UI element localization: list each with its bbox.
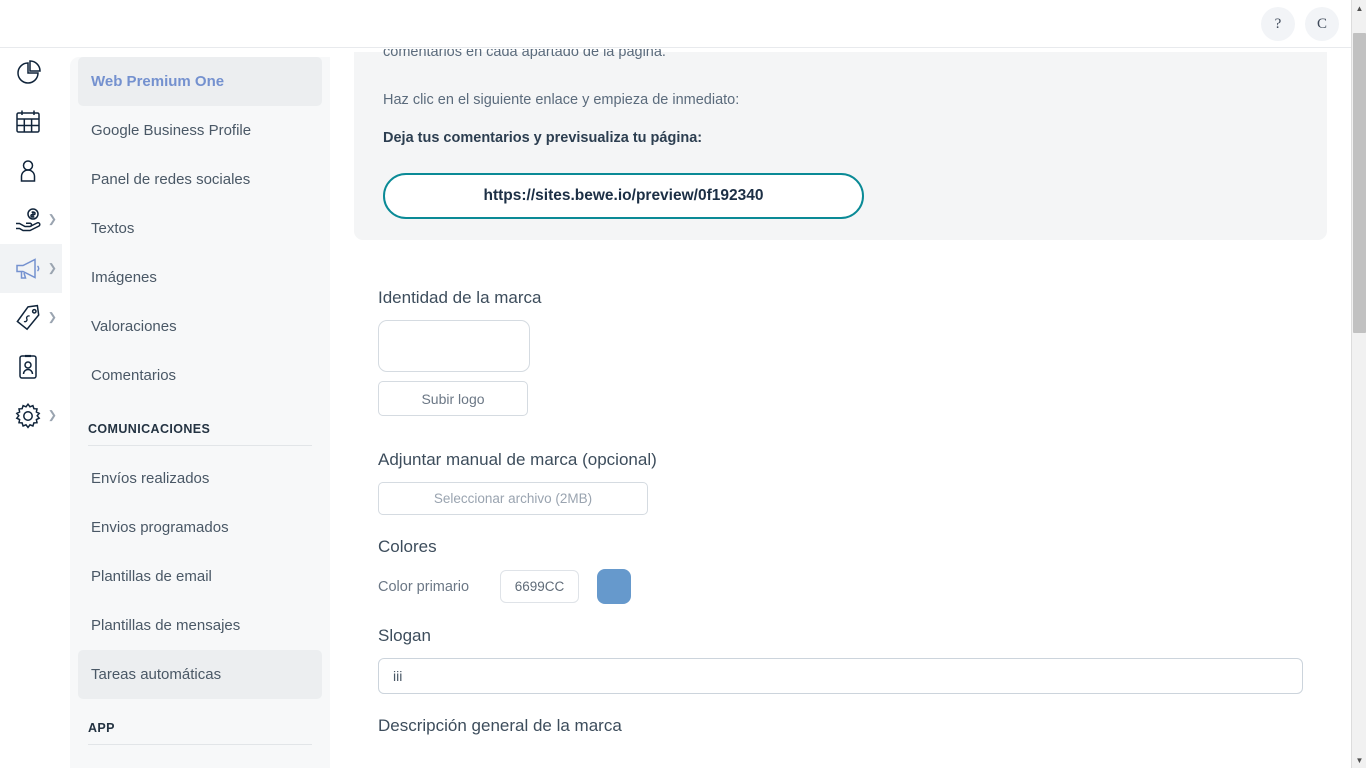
sidebar-item-envios-programados[interactable]: Envios programados — [70, 503, 330, 552]
top-header-bar: ? C — [0, 0, 1351, 48]
primary-color-label: Color primario — [378, 578, 470, 595]
slogan-label: Slogan — [378, 626, 431, 645]
sidebar-divider — [88, 445, 312, 446]
primary-color-row: Color primario — [378, 569, 1318, 604]
brand-settings-form: Identidad de la marca Subir logo Adjunta… — [378, 288, 1318, 748]
sidebar-item-google-business-profile[interactable]: Google Business Profile — [70, 106, 330, 155]
sidebar-item-label: Tareas automáticas — [91, 666, 222, 683]
sidebar-item-label: Plantillas de mensajes — [91, 617, 241, 634]
brand-description-label: Descripción general de la marca — [378, 716, 622, 735]
sidebar-item-tareas-automaticas[interactable]: Tareas automáticas — [78, 650, 322, 699]
rail-item-staff[interactable] — [0, 342, 62, 391]
sidebar-section-app: APP — [88, 721, 115, 735]
brand-manual-label: Adjuntar manual de marca (opcional) — [378, 450, 657, 469]
sidebar-item-panel-redes-sociales[interactable]: Panel de redes sociales — [70, 155, 330, 204]
scroll-up-arrow-icon[interactable]: ▲ — [1352, 0, 1366, 16]
notice-clipped-text: comentarios en cada apartado de la págin… — [383, 49, 666, 60]
rail-item-sales[interactable]: ❯ — [0, 195, 62, 244]
chevron-right-icon: ❯ — [47, 409, 57, 421]
rail-item-clients[interactable] — [0, 146, 62, 195]
vertical-scrollbar[interactable]: ▲ ▼ — [1351, 0, 1366, 768]
pie-chart-icon — [13, 58, 43, 88]
scrollbar-thumb[interactable] — [1353, 33, 1366, 333]
primary-icon-rail: ❯ ❯ ❯ ❯ — [0, 48, 62, 768]
sidebar-item-app-para-clientes[interactable]: App para clientes — [70, 753, 330, 768]
sidebar-item-plantillas-de-email[interactable]: Plantillas de email — [70, 552, 330, 601]
brand-identity-label: Identidad de la marca — [378, 288, 542, 307]
scroll-down-arrow-icon[interactable]: ▼ — [1352, 752, 1366, 768]
chevron-right-icon: ❯ — [47, 262, 57, 274]
primary-color-input[interactable] — [500, 570, 579, 603]
price-tag-icon — [13, 303, 43, 333]
help-button[interactable]: ? — [1261, 7, 1295, 41]
sidebar-item-label: Web Premium One — [91, 73, 225, 90]
person-icon — [13, 156, 43, 186]
primary-color-swatch[interactable] — [597, 569, 631, 604]
megaphone-icon — [13, 254, 43, 284]
notice-instruction-text: Haz clic en el siguiente enlace y empiez… — [383, 92, 740, 108]
sidebar-item-label: Imágenes — [91, 269, 157, 286]
chevron-right-icon: ❯ — [47, 213, 57, 225]
secondary-sidebar: Web Premium One Google Business Profile … — [70, 57, 330, 768]
rail-item-promotions[interactable]: ❯ — [0, 293, 62, 342]
upload-logo-button[interactable]: Subir logo — [378, 381, 528, 416]
logo-preview-box[interactable] — [378, 320, 530, 372]
sidebar-item-label: Google Business Profile — [91, 122, 252, 139]
sidebar-item-label: Plantillas de email — [91, 568, 212, 585]
sidebar-item-envios-realizados[interactable]: Envíos realizados — [70, 454, 330, 503]
sidebar-section-comunicaciones: COMUNICACIONES — [88, 422, 211, 436]
main-content-area: comentarios en cada apartado de la págin… — [330, 49, 1351, 768]
sidebar-item-label: Comentarios — [91, 367, 177, 384]
sidebar-item-valoraciones[interactable]: Valoraciones — [70, 302, 330, 351]
select-file-button[interactable]: Seleccionar archivo (2MB) — [378, 482, 648, 515]
sidebar-item-label: Valoraciones — [91, 318, 177, 335]
slogan-input[interactable] — [378, 658, 1303, 694]
sidebar-item-textos[interactable]: Textos — [70, 204, 330, 253]
sidebar-item-label: Textos — [91, 220, 135, 237]
sidebar-divider — [88, 744, 312, 745]
sidebar-item-imagenes[interactable]: Imágenes — [70, 253, 330, 302]
rail-item-calendar[interactable] — [0, 97, 62, 146]
application-window: ? C ❯ ❯ ❯ ❯ Web Premium One Google Busin… — [0, 0, 1366, 768]
rail-item-settings[interactable]: ❯ — [0, 391, 62, 440]
sidebar-item-label: Envíos realizados — [91, 470, 210, 487]
preview-url-button[interactable]: https://sites.bewe.io/preview/0f192340 — [383, 173, 864, 219]
sidebar-item-label: Envios programados — [91, 519, 229, 536]
account-avatar-button[interactable]: C — [1305, 7, 1339, 41]
gear-icon — [13, 401, 43, 431]
hand-money-icon — [13, 205, 43, 235]
sidebar-item-plantillas-de-mensajes[interactable]: Plantillas de mensajes — [70, 601, 330, 650]
sidebar-item-web-premium-one[interactable]: Web Premium One — [78, 57, 322, 106]
calendar-grid-icon — [13, 107, 43, 137]
notice-highlight-text: Deja tus comentarios y previsualiza tu p… — [383, 130, 703, 146]
sidebar-item-label: Panel de redes sociales — [91, 171, 251, 188]
preview-notice-panel: comentarios en cada apartado de la págin… — [354, 49, 1327, 240]
header-actions: ? C — [1261, 0, 1339, 48]
id-badge-icon — [13, 352, 43, 382]
colors-label: Colores — [378, 537, 437, 556]
rail-item-reports[interactable] — [0, 48, 62, 97]
sidebar-item-comentarios[interactable]: Comentarios — [70, 351, 330, 400]
rail-item-marketing[interactable]: ❯ — [0, 244, 62, 293]
chevron-right-icon: ❯ — [47, 311, 57, 323]
